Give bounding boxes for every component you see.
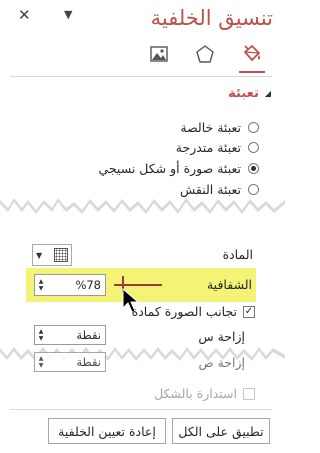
header-divider (10, 76, 272, 77)
offset-y-value[interactable]: نقطة (47, 355, 105, 369)
chevron-down-icon: ▼ (36, 250, 43, 260)
transparency-spinner[interactable]: ▲ ▼ %78 (34, 274, 106, 296)
spinner-arrows[interactable]: ▲ ▼ (35, 278, 47, 292)
radio-gradient-fill[interactable]: تعبئة متدرجة (176, 138, 259, 157)
pentagon-icon (196, 45, 214, 63)
close-icon[interactable]: ✕ (18, 6, 31, 24)
radio-picture-texture-fill[interactable]: تعبئة صورة أو شكل نسيجي (98, 159, 259, 178)
offset-y-spinner[interactable]: ▲ ▼ نقطة (34, 352, 106, 372)
transparency-label: الشفافية (206, 277, 252, 292)
selected-tab-indicator (239, 71, 265, 73)
tile-picture-checkbox-row[interactable]: ✓ تجانب الصورة كمادة (132, 304, 255, 319)
fill-section-header[interactable]: ◢ تعبئة (228, 86, 271, 101)
torn-edge-top (0, 198, 285, 226)
checkbox-checked[interactable]: ✓ (243, 305, 255, 318)
texture-picker-button[interactable]: ▼ (32, 244, 72, 266)
pane-title: تنسيق الخلفية (150, 6, 273, 30)
spinner-arrows[interactable]: ▲ ▼ (35, 355, 47, 369)
offset-y-label: إزاحة ص (198, 355, 246, 370)
apply-to-all-button[interactable]: تطبيق على الكل (172, 418, 270, 444)
radio-button[interactable] (248, 142, 259, 153)
tab-fill-line[interactable] (239, 41, 265, 67)
radio-label: تعبئة صورة أو شكل نسيجي (98, 161, 241, 176)
radio-label: تعبئة خالصة (180, 120, 241, 135)
rotate-with-shape-row[interactable]: استدارة بالشكل (154, 386, 255, 401)
checkbox-unchecked[interactable] (243, 387, 255, 400)
transparency-value[interactable]: %78 (47, 278, 105, 292)
fill-section-title: تعبئة (228, 86, 259, 101)
texture-swatch-icon (54, 248, 68, 262)
radio-button[interactable] (248, 122, 259, 133)
radio-solid-fill[interactable]: تعبئة خالصة (180, 118, 259, 137)
radio-label: تعبئة متدرجة (175, 140, 241, 155)
tab-picture[interactable] (146, 41, 172, 67)
texture-label: المادة (222, 247, 253, 262)
reset-background-button[interactable]: إعادة تعيين الخلفية (48, 418, 166, 444)
paint-bucket-icon (244, 45, 260, 61)
footer-divider (10, 409, 272, 410)
collapse-triangle-icon: ◢ (264, 89, 271, 98)
spinner-arrows[interactable]: ▲ ▼ (35, 328, 47, 342)
offset-x-value[interactable]: نقطة (47, 328, 105, 342)
task-pane-options-icon[interactable]: ▼ (64, 8, 72, 21)
radio-button-selected[interactable] (248, 163, 259, 174)
tab-effects[interactable] (192, 41, 218, 67)
picture-icon (150, 46, 168, 62)
rotate-with-shape-label: استدارة بالشكل (154, 386, 237, 401)
tile-picture-label: تجانب الصورة كمادة (131, 304, 237, 319)
